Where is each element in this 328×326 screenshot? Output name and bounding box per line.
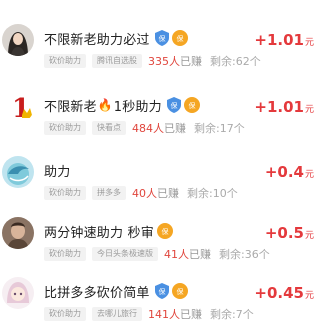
earned-count: 40人已赚: [132, 187, 179, 200]
earned-count: 141人已赚: [148, 308, 202, 321]
earned-count: 484人已赚: [132, 122, 186, 135]
task-title: 两分钟速助力 秒审: [44, 225, 154, 241]
task-row[interactable]: 1 不限新老 🔥 1秒助力 保 保 砍价助力 快看点 484人已赚 剩余:17个…: [0, 77, 328, 137]
task-title: 不限新老: [44, 99, 97, 115]
svg-text:1: 1: [12, 94, 30, 123]
reward-amount: +0.4元: [264, 163, 314, 181]
earned-count: 335人已赚: [148, 55, 202, 68]
reward-amount: +1.01元: [254, 98, 314, 116]
task-type-tag: 砍价助力: [44, 307, 86, 321]
vip-badge-icon: 保: [171, 30, 188, 46]
task-row[interactable]: 助力 砍价助力 拼多多 40人已赚 剩余:10个 +0.4元: [0, 142, 328, 202]
task-type-tag: 砍价助力: [44, 186, 86, 200]
app-name-tag: 快看点: [92, 121, 126, 135]
shield-badge-icon: 保: [166, 97, 181, 113]
vip-badge-icon: 保: [156, 223, 173, 239]
anime-girl-icon: [2, 277, 34, 309]
svg-text:保: 保: [176, 287, 183, 296]
task-type-tag: 砍价助力: [44, 121, 86, 135]
remaining-count: 剩余:36个: [219, 248, 270, 261]
vip-badge-icon: 保: [183, 97, 200, 113]
shield-badge-icon: 保: [154, 283, 169, 299]
task-title: 助力: [44, 164, 71, 180]
task-row[interactable]: 不限新老助力必过 保 保 砍价助力 腾讯自选股 335人已赚 剩余:62个 +1…: [0, 10, 328, 70]
app-name-tag: 腾讯自选股: [92, 54, 142, 68]
shield-badge-icon: 保: [154, 30, 169, 46]
svg-text:保: 保: [188, 101, 195, 110]
remaining-count: 剩余:62个: [210, 55, 261, 68]
reward-amount: +0.5元: [264, 224, 314, 242]
svg-text:保: 保: [158, 287, 165, 296]
task-type-tag: 砍价助力: [44, 54, 86, 68]
woman-portrait-icon: [2, 24, 34, 56]
task-row[interactable]: 两分钟速助力 秒审 保 砍价助力 今日头条极速版 41人已赚 剩余:36个 +0…: [0, 203, 328, 263]
task-title: 不限新老助力必过: [44, 32, 150, 48]
app-name-tag: 拼多多: [92, 186, 126, 200]
remaining-count: 剩余:10个: [187, 187, 238, 200]
reward-amount: +0.45元: [254, 284, 314, 302]
number-one-icon: 1: [2, 91, 34, 123]
task-title: 比拼多多砍价简单: [44, 285, 150, 301]
app-name-tag: 去哪儿旅行: [92, 307, 142, 321]
man-portrait-icon: [2, 217, 34, 249]
dolphin-icon: [2, 156, 34, 188]
svg-text:保: 保: [158, 34, 165, 43]
svg-text:保: 保: [161, 227, 168, 236]
svg-text:保: 保: [170, 101, 177, 110]
task-title-suffix: 1秒助力: [113, 99, 162, 115]
task-type-tag: 砍价助力: [44, 247, 86, 261]
fire-icon: 🔥: [97, 98, 113, 112]
task-list: 不限新老助力必过 保 保 砍价助力 腾讯自选股 335人已赚 剩余:62个 +1…: [0, 0, 328, 326]
reward-amount: +1.01元: [254, 31, 314, 49]
task-row[interactable]: 比拼多多砍价简单 保 保 砍价助力 去哪儿旅行 141人已赚 剩余:7个 +0.…: [0, 263, 328, 323]
app-name-tag: 今日头条极速版: [92, 247, 158, 261]
remaining-count: 剩余:7个: [210, 308, 254, 321]
svg-text:保: 保: [176, 34, 183, 43]
vip-badge-icon: 保: [171, 283, 188, 299]
remaining-count: 剩余:17个: [194, 122, 245, 135]
earned-count: 41人已赚: [164, 248, 211, 261]
